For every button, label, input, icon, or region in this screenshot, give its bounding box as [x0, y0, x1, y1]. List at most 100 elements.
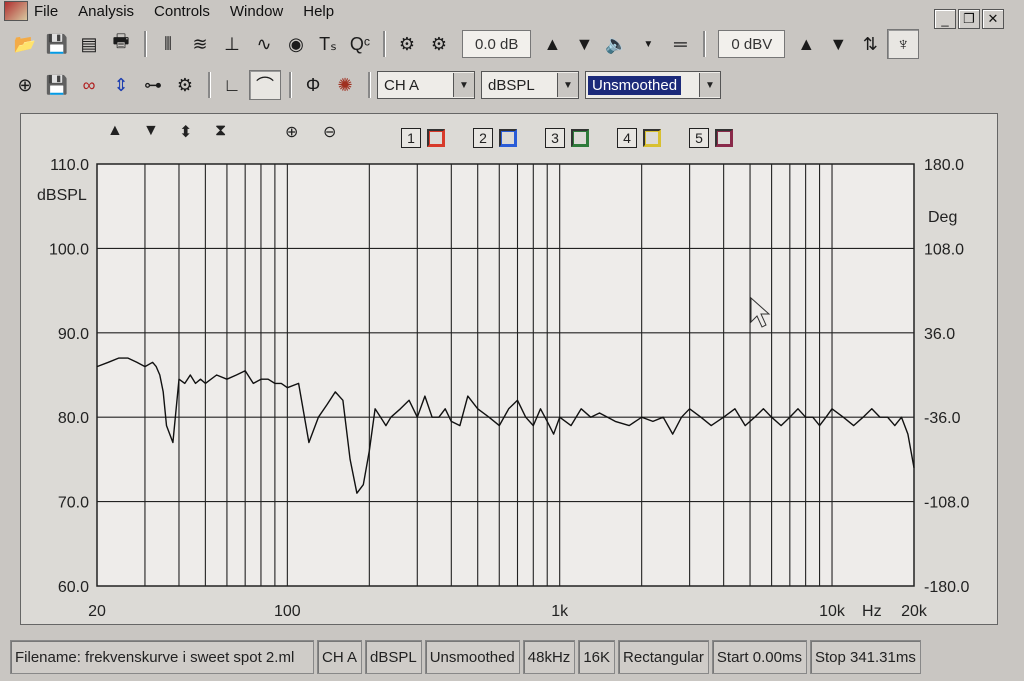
- trace-number: 1: [401, 128, 421, 148]
- sine-wave-icon[interactable]: ∿: [249, 30, 279, 58]
- waterfall-icon[interactable]: ≋: [185, 30, 215, 58]
- level-up-icon[interactable]: ▲: [791, 30, 821, 58]
- trace-5-toggle[interactable]: 5: [689, 128, 733, 148]
- ts-parameters-icon[interactable]: Tₛ: [313, 30, 343, 58]
- marker-icon[interactable]: ⇕: [106, 71, 136, 99]
- minimize-button[interactable]: _: [934, 9, 956, 29]
- plot-window: ▲ ▼ ⬍ ⧗ ⊕ ⊖ 1 2 3 4 5 110.0 100.0 90.0 80.0 70.0…: [20, 113, 998, 625]
- trace-1-toggle[interactable]: 1: [401, 128, 445, 148]
- level-down-icon[interactable]: ▼: [823, 30, 853, 58]
- print-icon[interactable]: 🖶: [106, 30, 136, 58]
- main-toolbar: 📂 💾 ▤ 🖶 ⫴ ≋ ⊥ ∿ ◉ Tₛ Qᶜ ⚙ ⚙ 0.0 dB ▲ ▼ 🔈…: [10, 27, 1000, 61]
- trace-color-swatch: [715, 129, 733, 147]
- impulse-icon[interactable]: ⫴: [153, 30, 183, 58]
- gain-down-icon[interactable]: ▼: [569, 30, 599, 58]
- zoom-in-icon[interactable]: ⊕: [285, 122, 298, 142]
- smoothing-select[interactable]: Unsmoothed ▼: [585, 71, 721, 99]
- axis-icon[interactable]: ∟: [217, 71, 247, 99]
- close-button[interactable]: ✕: [982, 9, 1004, 29]
- x-tick-label: 10k: [819, 603, 846, 620]
- line-level-icon[interactable]: ═: [665, 30, 695, 58]
- chevron-down-icon[interactable]: ▼: [453, 73, 474, 97]
- shift-down-icon[interactable]: ▼: [143, 122, 159, 140]
- channel-select[interactable]: CH A ▼: [377, 71, 475, 99]
- application-window: File Analysis Controls Window Help _ ❐ ✕…: [0, 0, 1024, 681]
- eye-icon[interactable]: ◉: [281, 30, 311, 58]
- curve-icon[interactable]: ⌒: [249, 70, 281, 100]
- loop-icon[interactable]: ∞: [74, 71, 104, 99]
- plot-area: [96, 163, 915, 587]
- copy-icon[interactable]: ▤: [74, 30, 104, 58]
- y2-tick-label: -180.0: [924, 579, 969, 596]
- x-tick-label: 20: [88, 603, 106, 620]
- settings-icon[interactable]: ⚙: [170, 71, 200, 99]
- generator-icon[interactable]: ⚙: [392, 30, 422, 58]
- crossover-icon[interactable]: ⊶: [138, 71, 168, 99]
- secondary-toolbar: ⊕ 💾 ∞ ⇕ ⊶ ⚙ ∟ ⌒ Φ ✺ CH A ▼ dBSPL ▼ Unsmo…: [10, 68, 1000, 102]
- toolbar-divider: [208, 72, 211, 98]
- y2-tick-label: -36.0: [924, 410, 961, 427]
- spectrum-icon[interactable]: ⊥: [217, 30, 247, 58]
- y2-tick-label: 36.0: [924, 326, 955, 343]
- window-controls: _ ❐ ✕: [934, 9, 1004, 29]
- menu-controls[interactable]: Controls: [154, 3, 210, 20]
- restore-button[interactable]: ❐: [958, 9, 980, 29]
- zoom-out-icon[interactable]: ⊖: [323, 122, 336, 142]
- chevron-down-icon[interactable]: ▼: [557, 73, 578, 97]
- y2-tick-label: -108.0: [924, 495, 969, 512]
- menu-bar: File Analysis Controls Window Help: [0, 0, 1024, 22]
- channel-select-value: CH A: [384, 76, 420, 94]
- app-icon[interactable]: [4, 1, 28, 21]
- status-units: dBSPL: [365, 640, 422, 674]
- status-start: Start 0.00ms: [711, 640, 807, 674]
- expand-range-icon[interactable]: ⬍: [179, 122, 192, 142]
- x-tick-label: 20k: [901, 603, 928, 620]
- generator-settings-icon[interactable]: ⚙: [424, 30, 454, 58]
- phase-icon[interactable]: Φ: [298, 71, 328, 99]
- y2-tick-label: 108.0: [924, 241, 964, 258]
- open-folder-icon[interactable]: 📂: [10, 30, 40, 58]
- y-tick-label: 60.0: [58, 579, 89, 596]
- menu-window[interactable]: Window: [230, 3, 283, 20]
- x-tick-label: 100: [274, 603, 301, 620]
- trace-3-toggle[interactable]: 3: [545, 128, 589, 148]
- status-filename: Filename: frekvenskurve i sweet spot 2.m…: [10, 640, 314, 674]
- toolbar-divider: [144, 31, 147, 57]
- gain-readout[interactable]: 0.0 dB: [462, 30, 532, 58]
- smoothing-select-value: Unsmoothed: [588, 75, 682, 95]
- speaker-icon[interactable]: 🔈: [601, 30, 631, 58]
- status-stop: Stop 341.31ms: [809, 640, 921, 674]
- save-data-icon[interactable]: 💾: [42, 71, 72, 99]
- toolbar-divider: [703, 31, 707, 57]
- y-tick-label: 90.0: [58, 326, 89, 343]
- x-tick-label: 1k: [551, 603, 569, 620]
- chevron-down-icon[interactable]: ▼: [699, 73, 720, 97]
- shift-up-icon[interactable]: ▲: [107, 122, 123, 140]
- trace-color-swatch: [643, 129, 661, 147]
- toolbar-divider: [289, 72, 292, 98]
- trace-2-toggle[interactable]: 2: [473, 128, 517, 148]
- menu-help[interactable]: Help: [303, 3, 334, 20]
- save-icon[interactable]: 💾: [42, 30, 72, 58]
- trace-number: 2: [473, 128, 493, 148]
- chevron-down-icon[interactable]: ▼: [633, 30, 663, 58]
- compress-range-icon[interactable]: ⧗: [215, 122, 226, 140]
- probe-icon[interactable]: ♆: [887, 29, 920, 59]
- trace-4-toggle[interactable]: 4: [617, 128, 661, 148]
- trace-number: 4: [617, 128, 637, 148]
- autorange-icon[interactable]: ⇅: [855, 30, 885, 58]
- units-select[interactable]: dBSPL ▼: [481, 71, 579, 99]
- gain-up-icon[interactable]: ▲: [537, 30, 567, 58]
- qc-icon[interactable]: Qᶜ: [345, 30, 375, 58]
- toolbar-divider: [383, 31, 386, 57]
- trace-color-swatch: [427, 129, 445, 147]
- measure-icon[interactable]: ⊕: [10, 71, 40, 99]
- menu-analysis[interactable]: Analysis: [78, 3, 134, 20]
- level-readout[interactable]: 0 dBV: [718, 30, 786, 58]
- polar-icon[interactable]: ✺: [330, 71, 360, 99]
- y-tick-label: 110.0: [50, 157, 89, 174]
- status-bar: Filename: frekvenskurve i sweet spot 2.m…: [10, 637, 994, 677]
- y-tick-label: 100.0: [49, 241, 89, 258]
- frequency-response-chart[interactable]: 110.0 100.0 90.0 80.0 70.0 60.0 180.0 108.0 36.0…: [21, 152, 997, 622]
- menu-file[interactable]: File: [34, 3, 58, 20]
